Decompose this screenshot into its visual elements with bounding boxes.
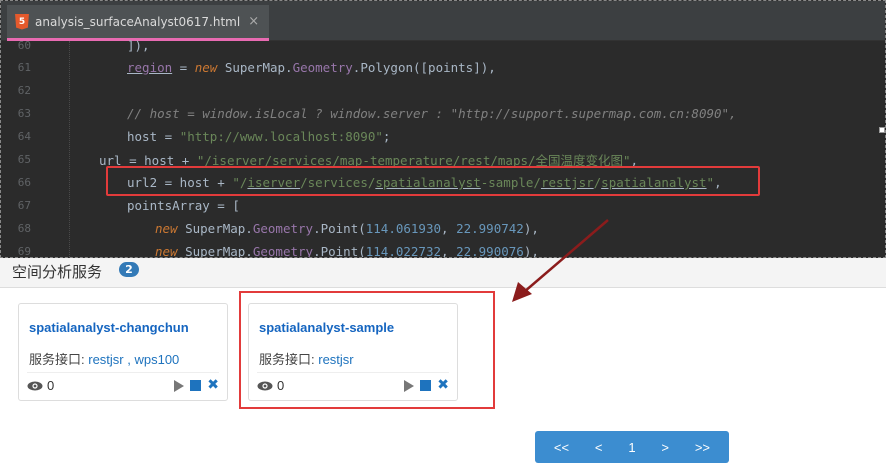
- code-line-63: 63 // host = window.isLocal ? window.serv…: [1, 102, 885, 125]
- line-number: 62: [17, 84, 31, 97]
- current-page[interactable]: 1: [628, 440, 635, 455]
- prev-page-button[interactable]: <: [595, 440, 603, 455]
- code-text: host = "http://www.localhost:8090";: [127, 129, 391, 144]
- eye-icon: [27, 381, 43, 390]
- close-icon[interactable]: ×: [248, 14, 259, 29]
- code-line-64: 64 host = "http://www.localhost:8090";: [1, 125, 885, 148]
- count-badge: 2: [119, 262, 139, 277]
- line-number: 63: [17, 107, 31, 120]
- panel-header: 空间分析服务 2: [0, 258, 886, 288]
- code-comment: // host = window.isLocal ? window.server…: [127, 106, 737, 121]
- view-count: 0: [47, 378, 55, 393]
- line-number: 65: [17, 153, 31, 166]
- line-number: 64: [17, 130, 31, 143]
- code-text: region = new SuperMap.Geometry.Polygon([…: [127, 60, 496, 75]
- code-line-62: 62: [1, 79, 885, 102]
- last-page-button[interactable]: >>: [695, 440, 710, 455]
- line-number: 66: [17, 176, 31, 189]
- code-text: new SuperMap.Geometry.Point(114.061930, …: [155, 221, 539, 236]
- html5-icon: 5: [15, 13, 29, 30]
- line-number: 61: [17, 61, 31, 74]
- line-number: 60: [17, 39, 31, 52]
- card-footer: 0 ✖: [27, 372, 219, 398]
- code-text: ]),: [127, 38, 150, 53]
- delete-icon[interactable]: ✖: [207, 378, 219, 392]
- panel-title: 空间分析服务: [12, 263, 103, 281]
- line-number: 69: [17, 245, 31, 258]
- pagination: << < 1 > >>: [535, 431, 729, 463]
- resize-handle[interactable]: [879, 127, 885, 133]
- code-line-61: 61 region = new SuperMap.Geometry.Polygon…: [1, 56, 885, 79]
- card-highlight-box: [239, 291, 495, 409]
- interface-label: 服务接口:: [29, 352, 85, 367]
- line-number: 68: [17, 222, 31, 235]
- code-area[interactable]: 60]), 61 region = new SuperMap.Geometry.P…: [1, 38, 885, 258]
- service-card: spatialanalyst-changchun 服务接口: restjsr ,…: [18, 303, 228, 401]
- interface-links[interactable]: restjsr , wps100: [88, 352, 179, 367]
- code-line-68: 68 new SuperMap.Geometry.Point(114.061930…: [1, 217, 885, 240]
- code-line-67: 67 pointsArray = [: [1, 194, 885, 217]
- code-text: pointsArray = [: [127, 198, 240, 213]
- play-icon[interactable]: [174, 379, 185, 392]
- code-highlight-box: [106, 166, 760, 196]
- first-page-button[interactable]: <<: [554, 440, 569, 455]
- code-editor[interactable]: 5 analysis_surfaceAnalyst0617.html × 60]…: [0, 0, 886, 258]
- line-number: 67: [17, 199, 31, 212]
- code-text: new SuperMap.Geometry.Point(114.022732, …: [155, 244, 539, 258]
- service-interfaces: 服务接口: restjsr , wps100: [29, 349, 179, 368]
- tab-label: analysis_surfaceAnalyst0617.html: [35, 14, 241, 29]
- stop-icon[interactable]: [190, 380, 202, 391]
- code-line-69: 69 new SuperMap.Geometry.Point(114.022732…: [1, 240, 885, 258]
- service-title-link[interactable]: spatialanalyst-changchun: [29, 320, 189, 335]
- code-line-60: 60]),: [1, 34, 885, 57]
- next-page-button[interactable]: >: [661, 440, 669, 455]
